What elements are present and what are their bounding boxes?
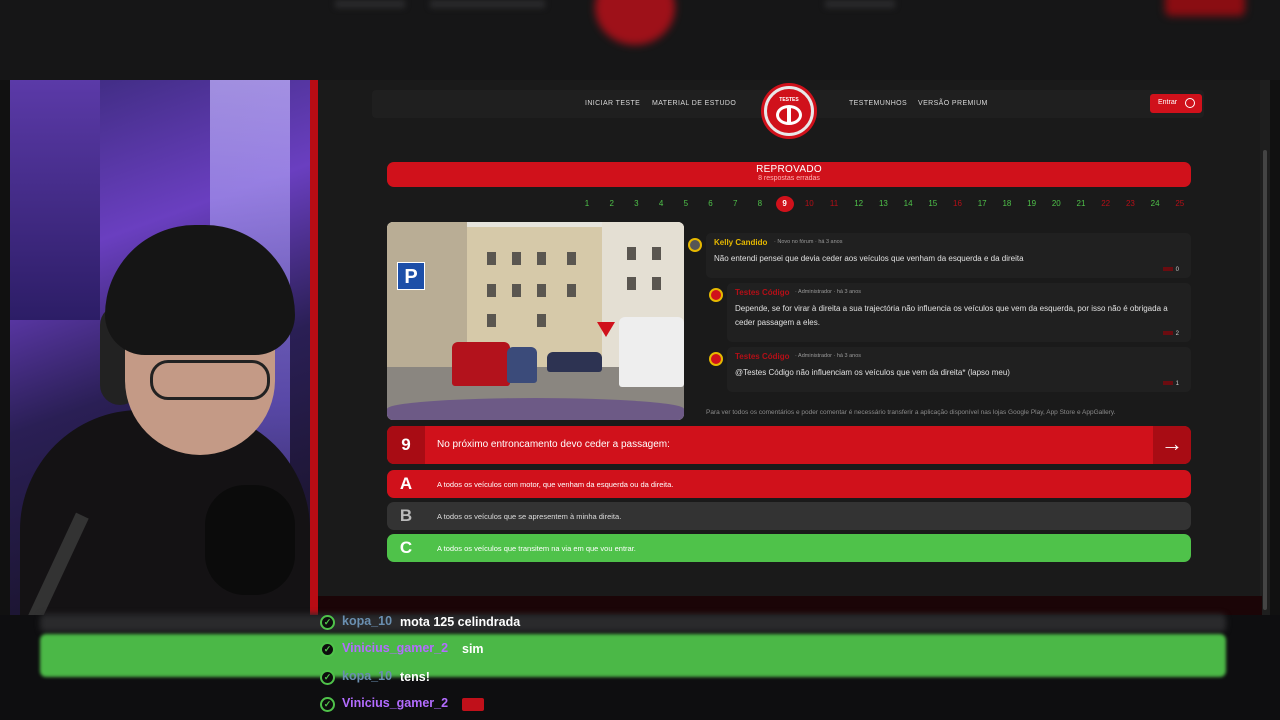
arrow-right-icon[interactable]: → — [1153, 426, 1191, 464]
red-divider — [310, 80, 318, 615]
comment-meta: · Novo no fórum · há 3 anos — [774, 239, 843, 245]
question-bar: 9 No próximo entroncamento devo ceder a … — [387, 426, 1191, 464]
chat-text: tens! — [400, 670, 430, 684]
avatar — [688, 238, 702, 252]
result-title: REPROVADO — [756, 164, 822, 175]
comment-reply: Testes Código · Administrador · há 3 ano… — [709, 283, 1191, 342]
comment-text: @Testes Código não influenciam os veícul… — [735, 368, 1010, 377]
blurred-header-background — [0, 0, 1280, 80]
avatar — [709, 288, 723, 302]
nav-testemunhos[interactable]: TESTEMUNHOS — [849, 100, 907, 107]
blurred-enter-button — [1165, 0, 1245, 16]
comment-meta: · Administrador · há 3 anos — [795, 289, 862, 295]
logo-text: TESTES — [779, 97, 799, 103]
webcam-feed — [10, 80, 310, 615]
check-icon: ✓ — [320, 670, 335, 685]
question-number-11[interactable]: 11 — [825, 196, 843, 212]
question-number-17[interactable]: 17 — [973, 196, 991, 212]
chat-text: sim — [462, 642, 484, 656]
question-number-13[interactable]: 13 — [874, 196, 892, 212]
question-number-20[interactable]: 20 — [1047, 196, 1065, 212]
site-logo[interactable]: TESTES — [764, 86, 814, 136]
comment-text: Não entendi pensei que devia ceder aos v… — [714, 254, 1024, 263]
question-number-8[interactable]: 8 — [751, 196, 769, 212]
enter-label: Entrar — [1158, 99, 1178, 106]
page-scrollbar[interactable] — [1260, 80, 1270, 615]
blurred-logo — [595, 0, 675, 45]
comment-card: Kelly Candido · Novo no fórum · há 3 ano… — [688, 233, 1191, 278]
question-number-6[interactable]: 6 — [702, 196, 720, 212]
yield-sign — [597, 322, 615, 337]
steering-wheel-icon — [776, 105, 802, 125]
question-number-14[interactable]: 14 — [899, 196, 917, 212]
question-number-9[interactable]: 9 — [775, 196, 794, 212]
parking-sign: P — [397, 262, 425, 290]
chat-username[interactable]: Vinicius_gamer_2 — [342, 641, 448, 655]
comment-likes[interactable]: 0 — [1163, 267, 1179, 273]
question-number-10[interactable]: 10 — [800, 196, 818, 212]
question-number: 9 — [387, 426, 425, 464]
answer-key: A — [399, 474, 413, 493]
page-footer-strip — [318, 596, 1262, 615]
question-number-21[interactable]: 21 — [1072, 196, 1090, 212]
answer-text: A todos os veículos que transitem na via… — [437, 544, 636, 553]
enter-button[interactable]: Entrar — [1150, 94, 1202, 113]
question-number-18[interactable]: 18 — [998, 196, 1016, 212]
question-number-24[interactable]: 24 — [1146, 196, 1164, 212]
nav-iniciar-teste[interactable]: INICIAR TESTE — [585, 100, 640, 107]
comment-reply: Testes Código · Administrador · há 3 ano… — [709, 347, 1191, 392]
question-number-25[interactable]: 25 — [1171, 196, 1189, 212]
nav-versao-premium[interactable]: VERSÃO PREMIUM — [918, 100, 988, 107]
comment-likes[interactable]: 1 — [1163, 381, 1179, 387]
check-icon: ✓ — [320, 697, 335, 712]
answer-text: A todos os veículos que se apresentem à … — [437, 512, 622, 521]
question-number-2[interactable]: 2 — [603, 196, 621, 212]
check-icon: ✓ — [320, 642, 335, 657]
stream-layout: INICIAR TESTE MATERIAL DE ESTUDO TESTEMU… — [0, 0, 1280, 720]
blurred-highlight-message — [40, 634, 1226, 677]
result-subtitle: 8 respostas erradas — [758, 175, 820, 182]
comment-author[interactable]: Testes Código — [735, 352, 790, 361]
answer-option-c[interactable]: C A todos os veículos que transitem na v… — [387, 534, 1191, 562]
question-number-12[interactable]: 12 — [850, 196, 868, 212]
answer-option-a[interactable]: A A todos os veículos com motor, que ven… — [387, 470, 1191, 498]
answer-option-b[interactable]: B A todos os veículos que se apresentem … — [387, 502, 1191, 530]
result-banner: REPROVADO 8 respostas erradas — [387, 162, 1191, 187]
question-number-5[interactable]: 5 — [677, 196, 695, 212]
user-icon — [1185, 98, 1195, 108]
chat-username[interactable]: kopa_10 — [342, 669, 392, 683]
comment-author[interactable]: Kelly Candido — [714, 238, 767, 247]
chat-username[interactable]: Vinicius_gamer_2 — [342, 696, 448, 710]
chat-text: mota 125 celindrada — [400, 615, 521, 629]
nav-material-estudo[interactable]: MATERIAL DE ESTUDO — [652, 100, 736, 107]
check-icon: ✓ — [320, 615, 335, 630]
microphone — [205, 485, 295, 595]
question-number-1[interactable]: 1 — [578, 196, 596, 212]
question-number-23[interactable]: 23 — [1121, 196, 1139, 212]
question-number-22[interactable]: 22 — [1097, 196, 1115, 212]
avatar — [709, 352, 723, 366]
question-number-19[interactable]: 19 — [1023, 196, 1041, 212]
question-photo: P — [387, 222, 684, 420]
chat-username[interactable]: kopa_10 — [342, 614, 392, 628]
question-text: No próximo entroncamento devo ceder a pa… — [437, 439, 670, 450]
comment-text: Depende, se for virar à direita a sua tr… — [735, 304, 1168, 327]
blurred-chat-row — [40, 614, 1226, 632]
comments-note: Para ver todos os comentários e poder co… — [706, 409, 1116, 416]
comment-meta: · Administrador · há 3 anos — [795, 353, 862, 359]
answer-key: C — [399, 538, 413, 557]
question-number-3[interactable]: 3 — [627, 196, 645, 212]
comment-author[interactable]: Testes Código — [735, 288, 790, 297]
question-number-4[interactable]: 4 — [652, 196, 670, 212]
answer-key: B — [399, 506, 413, 525]
comment-likes[interactable]: 2 — [1163, 331, 1179, 337]
answer-text: A todos os veículos com motor, que venha… — [437, 480, 674, 489]
question-number-15[interactable]: 15 — [924, 196, 942, 212]
question-number-7[interactable]: 7 — [726, 196, 744, 212]
flag-icon — [462, 698, 484, 711]
question-number-16[interactable]: 16 — [949, 196, 967, 212]
